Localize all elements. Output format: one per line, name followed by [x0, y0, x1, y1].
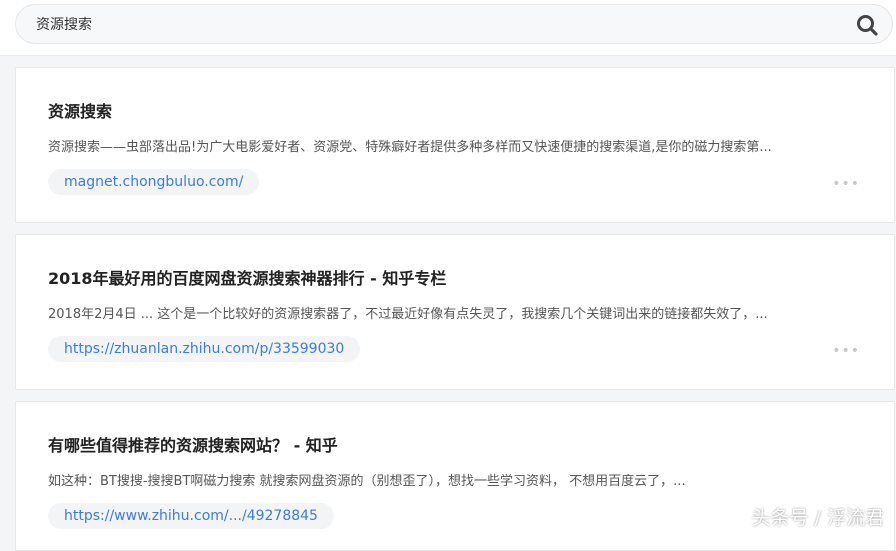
result-card: 资源搜索 资源搜索——虫部落出品!为广大电影爱好者、资源党、特殊癖好者提供多种多…: [15, 67, 895, 223]
result-card: 2018年最好用的百度网盘资源搜索神器排行 - 知乎专栏 2018年2月4日 .…: [15, 234, 895, 390]
search-bar: [15, 4, 893, 44]
result-snippet: 如这种：BT搜搜-搜搜BT啊磁力搜索 就搜索网盘资源的（别想歪了），想找一些学习…: [48, 474, 686, 489]
result-snippet: 资源搜索——虫部落出品!为广大电影爱好者、资源党、特殊癖好者提供多种多样而又快速…: [48, 140, 772, 155]
result-url-link[interactable]: https://zhuanlan.zhihu.com/p/33599030: [48, 336, 361, 362]
more-options-icon[interactable]: •••: [832, 343, 860, 359]
watermark: 头条号 / 浮流君: [751, 507, 884, 529]
result-title[interactable]: 资源搜索: [48, 98, 112, 122]
result-title[interactable]: 有哪些值得推荐的资源搜索网站？ - 知乎: [48, 432, 338, 456]
more-options-icon[interactable]: •••: [832, 176, 860, 192]
result-snippet: 2018年2月4日 ... 这个是一个比较好的资源搜索器了，不过最近好像有点失灵…: [48, 307, 768, 322]
search-input[interactable]: [36, 5, 836, 43]
result-title[interactable]: 2018年最好用的百度网盘资源搜索神器排行 - 知乎专栏: [48, 265, 446, 289]
result-url-link[interactable]: https://www.zhihu.com/.../49278845: [48, 503, 334, 529]
search-header: [0, 0, 896, 56]
search-icon[interactable]: [856, 14, 878, 36]
result-url-link[interactable]: magnet.chongbuluo.com/: [48, 169, 260, 195]
